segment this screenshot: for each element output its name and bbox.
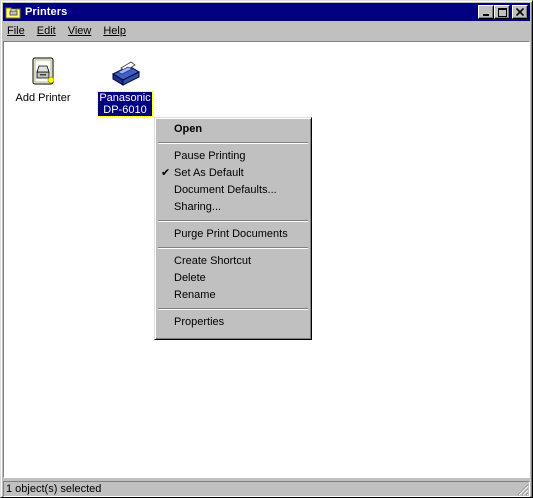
menu-delete[interactable]: Delete bbox=[157, 270, 309, 287]
menu-separator bbox=[158, 308, 308, 310]
context-menu: Open Pause Printing ✔ Set As Default Doc… bbox=[154, 117, 312, 340]
maximize-icon bbox=[497, 7, 507, 17]
window-controls bbox=[478, 5, 528, 19]
menu-rename[interactable]: Rename bbox=[157, 287, 309, 304]
menu-view[interactable]: View bbox=[62, 25, 98, 37]
menu-edit[interactable]: Edit bbox=[31, 25, 62, 37]
close-icon bbox=[516, 8, 524, 16]
printers-folder-icon bbox=[5, 7, 21, 19]
menu-separator bbox=[158, 142, 308, 144]
close-button[interactable] bbox=[512, 5, 528, 19]
menu-file[interactable]: File bbox=[3, 25, 31, 37]
status-text: 1 object(s) selected bbox=[3, 480, 530, 497]
menu-set-as-default[interactable]: ✔ Set As Default bbox=[157, 165, 309, 182]
add-printer-item[interactable]: Add Printer bbox=[6, 56, 80, 104]
menu-separator bbox=[158, 247, 308, 249]
menu-document-defaults[interactable]: Document Defaults... bbox=[157, 182, 309, 199]
window-title: Printers bbox=[25, 6, 68, 18]
menu-properties[interactable]: Properties bbox=[157, 314, 309, 331]
menu-bar: File Edit View Help bbox=[3, 22, 530, 40]
add-printer-icon bbox=[32, 57, 55, 85]
menu-create-shortcut[interactable]: Create Shortcut bbox=[157, 253, 309, 270]
minimize-icon bbox=[483, 14, 489, 16]
printer-icon bbox=[111, 61, 141, 86]
minimize-button[interactable] bbox=[478, 5, 494, 19]
menu-separator bbox=[158, 220, 308, 222]
title-bar[interactable]: Printers bbox=[3, 3, 530, 21]
add-printer-label: Add Printer bbox=[15, 92, 71, 104]
menu-open[interactable]: Open bbox=[157, 121, 309, 138]
status-bar: 1 object(s) selected bbox=[3, 480, 530, 497]
resize-grip-icon[interactable] bbox=[517, 484, 529, 496]
printers-window: Printers File Edit View Help Add Printer… bbox=[0, 0, 533, 498]
panasonic-printer-label: Panasonic DP-6010 bbox=[97, 91, 153, 117]
menu-purge-print-documents[interactable]: Purge Print Documents bbox=[157, 226, 309, 243]
maximize-button[interactable] bbox=[494, 5, 510, 19]
menu-sharing[interactable]: Sharing... bbox=[157, 199, 309, 216]
checkmark-icon: ✔ bbox=[161, 167, 171, 179]
panasonic-printer-item[interactable]: Panasonic DP-6010 bbox=[88, 56, 162, 117]
menu-pause-printing[interactable]: Pause Printing bbox=[157, 148, 309, 165]
menu-help[interactable]: Help bbox=[97, 25, 132, 37]
